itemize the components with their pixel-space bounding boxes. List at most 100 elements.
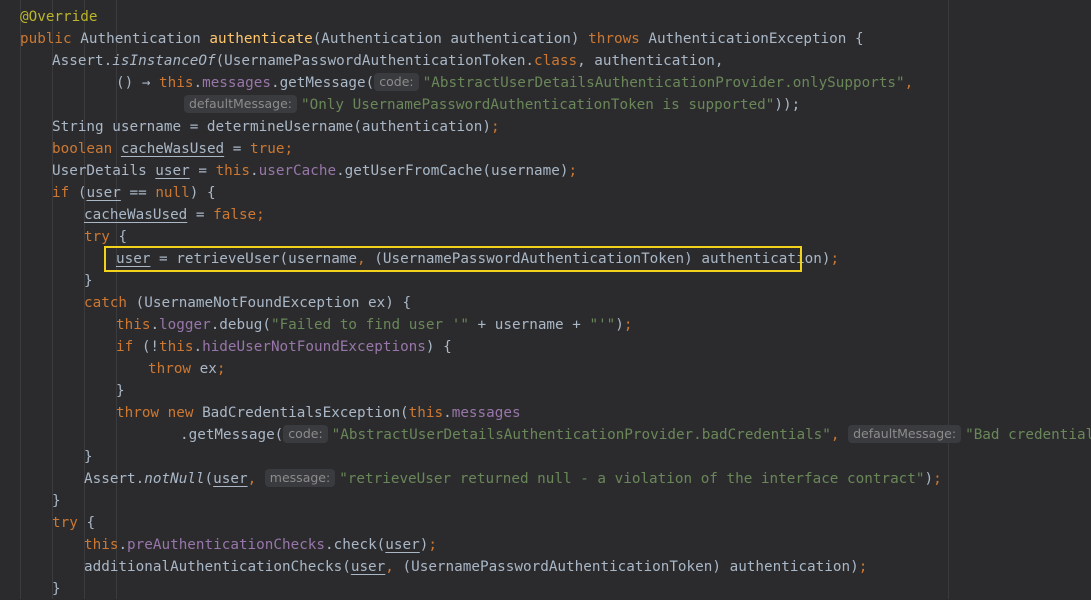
field: messages — [202, 75, 271, 91]
code-line-25[interactable]: this.preAuthenticationChecks.check(user)… — [84, 534, 437, 556]
dot: . — [443, 405, 452, 421]
method-call: .check( — [325, 537, 386, 553]
cast-args: (UsernamePasswordAuthenticationToken) au… — [393, 559, 859, 575]
string-literal: "Bad credentials" — [965, 427, 1091, 443]
variable: cacheWasUsed — [84, 207, 188, 223]
comma: , — [830, 427, 840, 443]
keyword: try — [52, 515, 87, 531]
variable: user — [86, 185, 121, 201]
keyword: throw — [148, 361, 200, 377]
brace: } — [52, 581, 61, 597]
param-hint: message: — [264, 469, 336, 487]
string-literal: "Only UsernamePasswordAuthenticationToke… — [300, 97, 775, 113]
keyword: this — [215, 163, 250, 179]
code-line-24[interactable]: try { — [52, 512, 95, 534]
semicolon: ; — [490, 119, 500, 135]
variable: user — [155, 163, 190, 179]
paren: ) — [615, 317, 624, 333]
keyword: class — [534, 53, 578, 69]
variable: user — [385, 537, 420, 553]
string-literal: "'" — [589, 317, 616, 333]
code-line-16[interactable]: if (!this.hideUserNotFoundExceptions) { — [116, 336, 452, 358]
param-hint: code: — [374, 73, 419, 91]
code-line-6[interactable]: String username = determineUsername(auth… — [52, 116, 500, 138]
keyword: this — [84, 537, 119, 553]
return-type: Authentication — [80, 31, 210, 47]
brace: { — [86, 515, 96, 531]
string-literal: "AbstractUserDetailsAuthenticationProvid… — [422, 75, 905, 91]
code-line-26[interactable]: additionalAuthenticationChecks(user, (Us… — [84, 556, 867, 578]
right-margin-guide — [948, 0, 949, 599]
expression: + username + — [468, 317, 590, 333]
constructor-call: BadCredentialsException( — [202, 405, 409, 421]
brace: { — [118, 229, 128, 245]
dot: . — [250, 163, 259, 179]
keyword: this — [159, 339, 194, 355]
highlight-box — [104, 246, 802, 272]
code-line-5[interactable]: defaultMessage: "Only UsernamePasswordAut… — [184, 94, 800, 116]
code-line-23[interactable]: } — [52, 490, 61, 512]
comma: , — [385, 559, 394, 575]
keyword: if — [116, 339, 142, 355]
code-line-18[interactable]: } — [116, 380, 125, 402]
method-call: additionalAuthenticationChecks( — [84, 559, 351, 575]
annotation-override: @Override — [20, 9, 98, 25]
semicolon: ; — [623, 317, 633, 333]
param-hint: code: — [283, 425, 328, 443]
dot: . — [118, 537, 128, 553]
code-line-22[interactable]: Assert.notNull(user, message: "retrieveUs… — [84, 468, 942, 490]
code-line-3[interactable]: Assert.isInstanceOf(UsernamePasswordAuth… — [52, 50, 723, 72]
static-method: isInstanceOf — [112, 53, 216, 69]
dot: . — [193, 339, 203, 355]
code-line-1[interactable]: @Override — [20, 6, 97, 28]
code-line-2[interactable]: public Authentication authenticate(Authe… — [20, 28, 864, 50]
semicolon: ; — [428, 537, 437, 553]
code-line-27[interactable]: } — [52, 578, 61, 600]
code-line-7[interactable]: boolean cacheWasUsed = true; — [52, 138, 293, 160]
code-line-8[interactable]: UserDetails user = this.userCache.getUse… — [52, 160, 577, 182]
string-literal: "AbstractUserDetailsAuthenticationProvid… — [331, 427, 831, 443]
literal: null — [155, 185, 190, 201]
code-line-9[interactable]: if (user == null) { — [52, 182, 216, 204]
semicolon: ; — [284, 141, 294, 157]
keyword: this — [116, 317, 151, 333]
code-editor[interactable]: @Override public Authentication authenti… — [0, 0, 1091, 599]
code-line-14[interactable]: catch (UsernameNotFoundException ex) { — [84, 292, 411, 314]
code-line-21[interactable]: } — [84, 446, 93, 468]
variable: user — [213, 471, 248, 487]
keyword: throw new — [116, 405, 203, 421]
method-name: authenticate — [209, 31, 313, 47]
type: UserDetails — [52, 163, 156, 179]
semicolon: ; — [216, 361, 226, 377]
field: preAuthenticationChecks — [127, 537, 326, 553]
args: (UsernamePasswordAuthenticationToken. — [215, 53, 535, 69]
code-line-10[interactable]: cacheWasUsed = false; — [84, 204, 265, 226]
method-call: .debug( — [210, 317, 271, 333]
code-line-15[interactable]: this.logger.debug("Failed to find user '… — [116, 314, 633, 336]
static-method: notNull — [144, 471, 205, 487]
code-line-4[interactable]: () → this.messages.getMessage(code: "Abst… — [116, 72, 913, 94]
code-line-13[interactable]: } — [84, 270, 93, 292]
param-hint: defaultMessage: — [848, 425, 962, 443]
keyword: boolean — [52, 141, 121, 157]
keyword: throws — [588, 31, 649, 47]
semicolon: ; — [568, 163, 578, 179]
exception-param: (UsernameNotFoundException ex) { — [135, 295, 412, 311]
code-line-17[interactable]: throw ex; — [148, 358, 225, 380]
operator: = — [187, 207, 214, 223]
brace: } — [84, 449, 93, 465]
keyword: if — [52, 185, 78, 201]
code-line-11[interactable]: try { — [84, 226, 127, 248]
operator: == — [120, 185, 156, 201]
field: messages — [451, 405, 521, 421]
string-literal: "Failed to find user '" — [270, 317, 469, 333]
class-ref: Assert. — [84, 471, 145, 487]
code-line-19[interactable]: throw new BadCredentialsException(this.m… — [116, 402, 521, 424]
brace: } — [52, 493, 61, 509]
field: hideUserNotFoundExceptions — [202, 339, 426, 355]
exception-type: AuthenticationException { — [648, 31, 864, 47]
string-literal: "retrieveUser returned null - a violatio… — [339, 471, 925, 487]
indent-guide — [20, 0, 21, 599]
field: logger — [159, 317, 211, 333]
code-line-20[interactable]: .getMessage(code: "AbstractUserDetailsAut… — [180, 424, 1091, 446]
